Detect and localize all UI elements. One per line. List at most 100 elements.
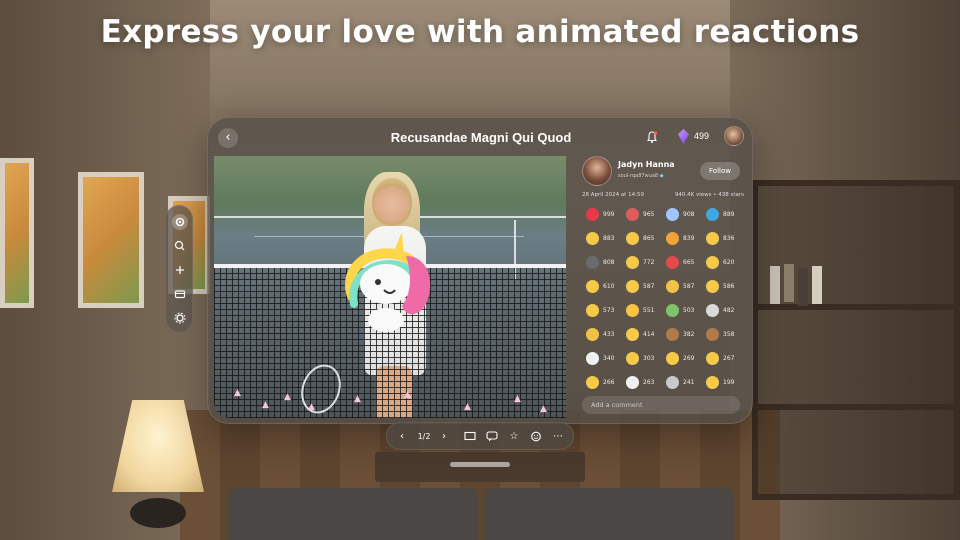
- reaction-count: 414: [643, 331, 655, 338]
- reaction-item[interactable]: 303: [626, 352, 666, 366]
- pleading-face-icon: [706, 256, 719, 269]
- reaction-item[interactable]: 199: [706, 376, 746, 390]
- reaction-item[interactable]: 503: [666, 304, 706, 318]
- wall-painting: [0, 158, 34, 308]
- player-head: [372, 178, 412, 226]
- reaction-item[interactable]: 266: [586, 376, 626, 390]
- plus-icon[interactable]: [172, 262, 188, 278]
- tongue-face-icon: [666, 352, 679, 365]
- star-icon[interactable]: ☆: [505, 423, 523, 451]
- lamp-base: [130, 498, 186, 528]
- thumbs-up-icon: [666, 280, 679, 293]
- reaction-item[interactable]: 908: [666, 208, 706, 222]
- reaction-count: 889: [723, 211, 735, 218]
- channel-name[interactable]: Jadyn Hanna: [618, 160, 675, 169]
- search-icon[interactable]: [172, 238, 188, 254]
- reaction-count: 999: [603, 211, 615, 218]
- settings-icon[interactable]: [172, 310, 188, 326]
- reaction-count: 665: [683, 259, 695, 266]
- unicorn-reaction-icon: [345, 232, 431, 332]
- reaction-count: 808: [603, 259, 615, 266]
- reaction-count: 573: [603, 307, 615, 314]
- sparkle-particle: ▲: [354, 394, 361, 404]
- reaction-count: 263: [643, 379, 655, 386]
- reaction-item[interactable]: 772: [626, 256, 666, 270]
- reaction-item[interactable]: 839: [666, 232, 706, 246]
- heart-eyes-face-icon: [706, 352, 719, 365]
- reaction-item[interactable]: 999: [586, 208, 626, 222]
- hundred-icon: [626, 208, 639, 221]
- ghost-icon: [586, 352, 599, 365]
- aspect-ratio-icon[interactable]: [461, 423, 479, 451]
- video-title: Recusandae Magni Qui Quod: [390, 130, 572, 145]
- sparkle-particle: ▲: [540, 404, 547, 414]
- user-avatar[interactable]: [724, 126, 744, 146]
- smirking-face-icon: [626, 352, 639, 365]
- more-icon[interactable]: ⋯: [549, 423, 567, 451]
- follow-button[interactable]: Follow: [700, 162, 740, 180]
- gear-icon[interactable]: [172, 214, 188, 230]
- reaction-count: 358: [723, 331, 735, 338]
- reaction-count: 610: [603, 283, 615, 290]
- reaction-item[interactable]: 482: [706, 304, 746, 318]
- reaction-count: 587: [683, 283, 695, 290]
- santa-icon: [666, 256, 679, 269]
- reaction-item[interactable]: 836: [706, 232, 746, 246]
- reaction-item[interactable]: 269: [666, 352, 706, 366]
- reaction-item[interactable]: 865: [626, 232, 666, 246]
- reaction-item[interactable]: 267: [706, 352, 746, 366]
- reaction-item[interactable]: 358: [706, 328, 746, 342]
- reaction-item[interactable]: 587: [666, 280, 706, 294]
- reaction-count: 772: [643, 259, 655, 266]
- bottom-control-bar: ‹ 1/2 › ☆ ⋯: [386, 422, 574, 450]
- laughing-face-icon: [586, 376, 599, 389]
- reaction-item[interactable]: 965: [626, 208, 666, 222]
- comment-input[interactable]: Add a comment: [582, 396, 740, 414]
- reaction-item[interactable]: 889: [706, 208, 746, 222]
- reaction-item[interactable]: 573: [586, 304, 626, 318]
- hugging-face-icon: [586, 232, 599, 245]
- wallet-icon[interactable]: [172, 286, 188, 302]
- reaction-count: 241: [683, 379, 695, 386]
- reaction-item[interactable]: 414: [626, 328, 666, 342]
- chevron-left-icon[interactable]: ‹: [395, 423, 409, 451]
- channel-avatar[interactable]: [582, 156, 612, 186]
- page-indicator: 1/2: [417, 432, 431, 441]
- reaction-count: 865: [643, 235, 655, 242]
- add-reaction-icon[interactable]: [527, 423, 545, 451]
- reaction-item[interactable]: 382: [666, 328, 706, 342]
- headline: Express your love with animated reaction…: [100, 14, 860, 50]
- money-with-wings-icon: [666, 304, 679, 317]
- verified-gem-icon: ◆: [659, 173, 664, 179]
- view-stats: 940.4K views • 438 stars: [674, 192, 744, 198]
- reaction-item[interactable]: 433: [586, 328, 626, 342]
- video-frame[interactable]: ▲ ▲ ▲ ▲ ▲ ▲ ▲ ▲ ▲: [214, 156, 566, 418]
- reaction-item[interactable]: 587: [626, 280, 666, 294]
- reaction-item[interactable]: 808: [586, 256, 626, 270]
- chevron-right-icon[interactable]: ›: [437, 423, 451, 451]
- reaction-item[interactable]: 620: [706, 256, 746, 270]
- reaction-item[interactable]: 241: [666, 376, 706, 390]
- reaction-item[interactable]: 586: [706, 280, 746, 294]
- reaction-item[interactable]: 263: [626, 376, 666, 390]
- reaction-item[interactable]: 883: [586, 232, 626, 246]
- reaction-count: 433: [603, 331, 615, 338]
- reaction-item[interactable]: 551: [626, 304, 666, 318]
- gem-count: 499: [694, 131, 710, 141]
- reaction-count: 551: [643, 307, 655, 314]
- window-grab-handle[interactable]: [450, 462, 510, 467]
- upload-date: 28 April 2024 at 14:59: [582, 192, 644, 198]
- comet-icon: [666, 208, 679, 221]
- reaction-item[interactable]: 610: [586, 280, 626, 294]
- video-meta: 28 April 2024 at 14:59 940.4K views • 43…: [582, 192, 744, 198]
- sparkle-particle: ▲: [234, 388, 241, 398]
- clown-face-icon: [626, 376, 639, 389]
- chat-icon[interactable]: [483, 423, 501, 451]
- camera-icon: [586, 256, 599, 269]
- notification-bell-icon[interactable]: [645, 130, 659, 144]
- sparkle-particle: ▲: [404, 390, 411, 400]
- coffee-table: [375, 452, 585, 482]
- reaction-count: 382: [683, 331, 695, 338]
- reaction-item[interactable]: 665: [666, 256, 706, 270]
- reaction-item[interactable]: 340: [586, 352, 626, 366]
